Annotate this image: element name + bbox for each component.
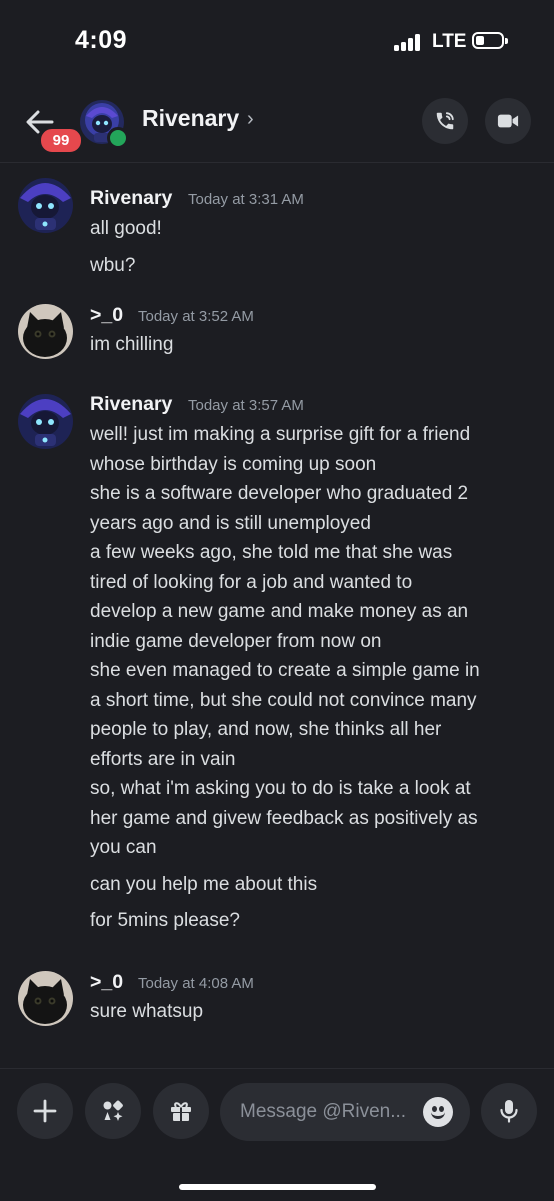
avatar[interactable] <box>18 394 73 449</box>
message-text: well! just im making a surprise gift for… <box>90 424 471 445</box>
message-text: develop a new game and make money as an <box>90 601 469 622</box>
emoji-smile-icon[interactable] <box>423 1097 453 1127</box>
message-list: Rivenary Today at 3:31 AM all good! wbu?… <box>0 162 554 1067</box>
voice-message-button[interactable] <box>481 1083 537 1139</box>
gift-button[interactable] <box>153 1083 209 1139</box>
message-text: indie game developer from now on <box>90 630 382 652</box>
gift-icon <box>171 1102 191 1121</box>
message-timestamp: Today at 3:52 AM <box>138 308 254 325</box>
signal-strength-icon <box>394 33 424 51</box>
message-text: im chilling <box>90 334 174 355</box>
message-text: whose birthday is coming up soon <box>90 453 377 475</box>
plus-icon <box>33 1099 57 1123</box>
message-text: sure whatsup <box>90 1001 204 1022</box>
chevron-right-icon[interactable]: › <box>247 108 254 131</box>
message-timestamp: Today at 4:08 AM <box>138 975 254 992</box>
status-time: 4:09 <box>75 26 128 54</box>
message-text: people to play, and now, she thinks all … <box>90 719 442 740</box>
add-attachment-button[interactable] <box>17 1083 73 1139</box>
avatar[interactable] <box>18 304 73 359</box>
voice-call-button[interactable] <box>422 98 468 144</box>
online-status-indicator <box>107 127 129 149</box>
message-input-placeholder: Message @Riven... <box>240 1101 407 1122</box>
message-text: you can <box>90 837 157 858</box>
message-text: she is a software developer who graduate… <box>90 483 469 504</box>
message-text: her game and givew feedback as positivel… <box>90 807 478 829</box>
message-author[interactable]: Rivenary <box>90 187 172 210</box>
message-text: efforts are in vain <box>90 748 236 770</box>
avatar[interactable] <box>18 971 73 1026</box>
phone-call-icon <box>436 112 454 130</box>
home-indicator[interactable] <box>179 1184 376 1190</box>
message-input[interactable]: Message @Riven... <box>220 1083 470 1141</box>
apps-button[interactable] <box>85 1083 141 1139</box>
message-text: years ago and is still unemployed <box>90 512 371 534</box>
chat-header: 99 Rivenary › <box>0 86 554 163</box>
message-timestamp: Today at 3:31 AM <box>188 191 304 208</box>
message-author[interactable]: >_0 <box>90 971 123 994</box>
message-text: so, what i'm asking you to do is take a … <box>90 778 471 799</box>
carrier-label: LTE <box>432 31 467 52</box>
message-text: a short time, but she could not convince… <box>90 689 477 711</box>
message-composer: Message @Riven... <box>0 1068 554 1201</box>
message-text: all good! <box>90 218 162 239</box>
unread-badge: 99 <box>38 126 84 155</box>
message-author[interactable]: Rivenary <box>90 393 172 416</box>
contact-name[interactable]: Rivenary <box>142 105 239 132</box>
message-timestamp: Today at 3:57 AM <box>188 397 304 414</box>
status-bar: 4:09 LTE <box>0 0 554 86</box>
apps-sparkle-icon <box>103 1100 123 1121</box>
message-text: wbu? <box>90 255 136 276</box>
message-text: she even managed to create a simple game… <box>90 660 480 681</box>
message-author[interactable]: >_0 <box>90 304 123 327</box>
message-text: a few weeks ago, she told me that she wa… <box>90 542 453 563</box>
message-text: can you help me about this <box>90 874 318 895</box>
video-camera-icon <box>497 114 519 128</box>
battery-icon <box>472 32 508 49</box>
microphone-icon <box>500 1100 518 1123</box>
avatar[interactable] <box>18 178 73 233</box>
message-text: tired of looking for a job and wanted to <box>90 571 413 593</box>
message-text: for 5mins please? <box>90 910 240 931</box>
video-call-button[interactable] <box>485 98 531 144</box>
